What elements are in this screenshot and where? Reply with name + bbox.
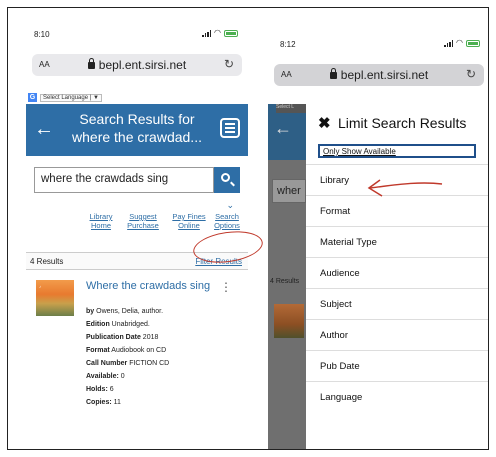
suggest-purchase-link[interactable]: Suggest Purchase xyxy=(122,212,164,230)
status-icons: ◠ xyxy=(202,29,238,37)
result-title-link[interactable]: Where the crawdads sing xyxy=(86,280,226,293)
library-home-link[interactable]: Library Home xyxy=(84,212,118,230)
facet-language[interactable]: Language xyxy=(306,381,488,412)
status-time: 8:10 xyxy=(34,30,50,39)
dimmed-results-count: 4 Results xyxy=(270,278,300,285)
search-input[interactable]: where the crawdads sing xyxy=(34,167,214,193)
dimmed-search-input: wher xyxy=(272,179,306,203)
result-item: ♪ Where the crawdads sing ⋮ by Owens, De… xyxy=(26,278,248,448)
lock-icon xyxy=(329,68,337,79)
more-options-icon[interactable]: ⋮ xyxy=(220,280,232,294)
result-call-number: Call Number FICTION CD xyxy=(86,360,169,367)
lock-icon xyxy=(87,58,95,69)
format-value: Audiobook on CD xyxy=(111,347,167,354)
results-header: ← Search Results for where the crawdad..… xyxy=(26,104,248,156)
available-label: Available: xyxy=(86,373,119,380)
book-cover-image[interactable]: ♪ xyxy=(36,280,74,316)
status-icons-right: ◠ xyxy=(444,39,480,47)
url-text: bepl.ent.sirsi.net xyxy=(98,58,187,72)
limit-search-drawer: ✖ Limit Search Results Only Show Availab… xyxy=(306,104,488,449)
copies-value: 11 xyxy=(113,399,121,406)
dropdown-arrow-icon: ▼ xyxy=(92,94,99,101)
search-bar: where the crawdads sing xyxy=(34,167,240,193)
format-label: Format xyxy=(86,347,110,354)
facet-material-type[interactable]: Material Type xyxy=(306,226,488,257)
page-title: Search Results for where the crawdad... xyxy=(72,111,202,145)
only-show-available-toggle[interactable]: Only Show Available xyxy=(318,144,476,158)
address-url[interactable]: bepl.ent.sirsi.net xyxy=(274,68,484,82)
back-arrow-icon[interactable]: ← xyxy=(34,118,54,141)
status-bar-right: 8:12 ◠ xyxy=(268,36,488,52)
pubdate-label: Publication Date xyxy=(86,334,141,341)
search-button[interactable] xyxy=(214,167,240,193)
pay-fines-link[interactable]: Pay Fines Online xyxy=(168,212,210,230)
callnum-value: FICTION CD xyxy=(129,360,170,367)
google-translate-icon: G xyxy=(28,93,37,102)
result-format: Format Audiobook on CD xyxy=(86,347,166,354)
facet-subject[interactable]: Subject xyxy=(306,288,488,319)
quick-links: Library Home Suggest Purchase Pay Fines … xyxy=(26,212,244,234)
battery-icon xyxy=(466,39,480,47)
hamburger-menu-icon[interactable] xyxy=(220,118,240,138)
callnum-label: Call Number xyxy=(86,360,128,367)
search-options-link[interactable]: Search Options xyxy=(210,212,244,230)
dimmed-translate-bar: Select L xyxy=(276,104,306,113)
right-phone-screen: 8:12 ◠ AA bepl.ent.sirsi.net ↻ Select L … xyxy=(268,36,488,449)
drawer-header: ✖ Limit Search Results xyxy=(306,104,488,142)
google-translate-bar[interactable]: G Select Language | ▼ xyxy=(28,92,102,103)
pubdate-value: 2018 xyxy=(142,334,159,341)
annotation-arrow xyxy=(367,179,443,197)
signal-icon xyxy=(444,39,454,47)
address-url[interactable]: bepl.ent.sirsi.net xyxy=(32,58,242,72)
battery-icon xyxy=(224,29,238,37)
result-author: by Owens, Delia, author. xyxy=(86,308,163,315)
result-pubdate: Publication Date 2018 xyxy=(86,334,158,341)
signal-icon xyxy=(202,29,212,37)
by-label: by xyxy=(86,308,95,315)
dimmed-book-cover xyxy=(274,304,304,338)
select-language-dropdown[interactable]: Select Language | ▼ xyxy=(40,93,102,102)
drawer-title: Limit Search Results xyxy=(338,115,467,131)
result-available: Available: 0 xyxy=(86,373,125,380)
edition-value: Unabridged. xyxy=(111,321,150,328)
reload-icon[interactable]: ↻ xyxy=(224,57,234,71)
results-count: 4 Results xyxy=(30,257,64,266)
facet-pub-date[interactable]: Pub Date xyxy=(306,350,488,381)
result-copies: Copies: 11 xyxy=(86,399,121,406)
chevron-down-icon[interactable]: ⌄ xyxy=(226,200,234,211)
holds-label: Holds: xyxy=(86,386,108,393)
url-text: bepl.ent.sirsi.net xyxy=(340,68,429,82)
result-edition: Edition Unabridged. xyxy=(86,321,150,328)
wifi-icon: ◠ xyxy=(456,38,463,47)
status-time-right: 8:12 xyxy=(280,40,296,49)
dimmed-header: Select L ← xyxy=(268,104,306,160)
copies-label: Copies: xyxy=(86,399,112,406)
wifi-icon: ◠ xyxy=(214,28,221,37)
edition-label: Edition xyxy=(86,321,110,328)
facet-audience[interactable]: Audience xyxy=(306,257,488,288)
reload-icon[interactable]: ↻ xyxy=(466,67,476,81)
back-arrow-icon: ← xyxy=(274,118,292,138)
result-holds: Holds: 6 xyxy=(86,386,114,393)
screenshot-frame: 8:10 ◠ AA bepl.ent.sirsi.net ↻ G Select … xyxy=(7,7,489,450)
author-value: Owens, Delia, author. xyxy=(96,308,164,315)
browser-address-bar[interactable]: AA bepl.ent.sirsi.net ↻ xyxy=(32,54,242,76)
search-icon xyxy=(221,173,230,182)
select-language-label: Select Language xyxy=(43,94,89,101)
available-value: 0 xyxy=(120,373,125,380)
holds-value: 6 xyxy=(109,386,114,393)
close-icon[interactable]: ✖ xyxy=(318,114,331,132)
facet-author[interactable]: Author xyxy=(306,319,488,350)
status-bar: 8:10 ◠ xyxy=(26,26,248,42)
browser-address-bar-right[interactable]: AA bepl.ent.sirsi.net ↻ xyxy=(274,64,484,86)
